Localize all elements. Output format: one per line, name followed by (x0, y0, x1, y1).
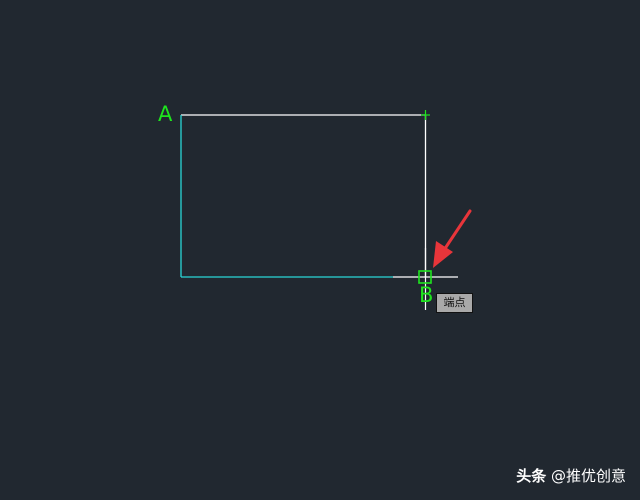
red-arrow-icon (433, 209, 472, 268)
point-a-label: A (158, 102, 173, 126)
corner-cross-icon (421, 110, 430, 120)
watermark: 头条 @推优创意 (516, 465, 626, 486)
endpoint-snap-tooltip: 端点 (436, 293, 473, 313)
watermark-handle: @推优创意 (550, 467, 626, 485)
watermark-brand: 头条 (516, 467, 547, 485)
point-b-label: B (419, 283, 434, 307)
drawing-canvas[interactable] (0, 0, 640, 500)
